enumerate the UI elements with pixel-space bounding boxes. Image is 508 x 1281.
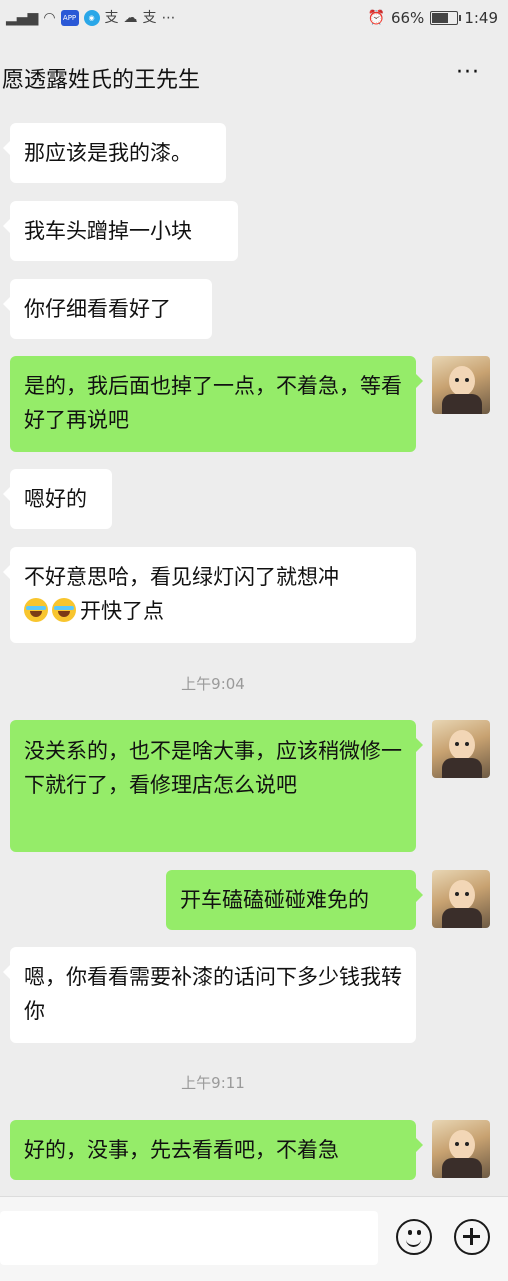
avatar-face — [449, 880, 475, 910]
message-bubble-incoming[interactable]: 嗯，你看看需要补漆的话问下多少钱我转你 — [3, 947, 416, 1043]
alarm-icon: ⏰ — [367, 10, 385, 26]
message-text: 开快了点 — [80, 599, 164, 623]
message-input[interactable] — [0, 1211, 378, 1265]
plus-icon[interactable] — [454, 1219, 490, 1255]
message-text: 不好意思哈，看见绿灯闪了就想冲 — [24, 565, 339, 589]
signal-icon: ▂▄▆ — [6, 10, 39, 26]
message-bubble-outgoing[interactable]: 开车磕磕碰碰难免的 — [166, 870, 423, 930]
avatar-face — [449, 366, 475, 396]
avatar-eye — [465, 378, 469, 382]
more-options-icon[interactable]: ··· — [456, 60, 480, 85]
emoji-icon-eye — [408, 1230, 412, 1235]
message-bubble-incoming[interactable]: 那应该是我的漆。 — [3, 123, 226, 183]
avatar-body — [442, 394, 482, 414]
avatar[interactable] — [432, 870, 490, 928]
chat-title: 愿透露姓氏的王先生 — [2, 68, 201, 93]
message-bubble-outgoing[interactable]: 好的，没事，先去看看吧，不着急 — [10, 1120, 423, 1180]
avatar[interactable] — [432, 356, 490, 414]
avatar-eye — [465, 742, 469, 746]
emoji-icon-mouth — [406, 1237, 421, 1247]
cloud-icon: ☁ — [123, 10, 138, 26]
wifi-icon: ◠ — [43, 10, 56, 26]
avatar-body — [442, 908, 482, 928]
crying-laughing-emoji-icon — [24, 598, 48, 622]
avatar-face — [449, 1130, 475, 1160]
battery-icon — [430, 11, 462, 25]
plus-icon-bar — [470, 1228, 473, 1245]
message-bubble-outgoing[interactable]: 是的，我后面也掉了一点，不着急，等看好了再说吧 — [10, 356, 423, 452]
crying-laughing-emoji-icon — [52, 598, 76, 622]
status-left-icons: ▂▄▆ ◠ APP ◉ 支 ☁ 支 ⋯ — [6, 9, 176, 27]
timestamp: 上午9:11 — [181, 1074, 245, 1092]
avatar-body — [442, 758, 482, 778]
input-bar — [0, 1196, 508, 1281]
message-bubble-incoming[interactable]: 不好意思哈，看见绿灯闪了就想冲 开快了点 — [3, 547, 416, 643]
avatar-eye — [455, 378, 459, 382]
battery-percent: 66% — [390, 9, 425, 27]
clock: 1:49 — [464, 9, 498, 27]
emoji-icon[interactable] — [396, 1219, 432, 1255]
status-right-icons: ⏰ 66% 1:49 — [368, 9, 498, 27]
avatar-face — [449, 730, 475, 760]
alipay-icon: 支 — [142, 10, 157, 26]
message-bubble-incoming[interactable]: 你仔细看看好了 — [3, 279, 212, 339]
avatar-eye — [455, 892, 459, 896]
message-bubble-incoming[interactable]: 嗯好的 — [3, 469, 112, 529]
avatar[interactable] — [432, 720, 490, 778]
battery-level — [432, 13, 449, 23]
emoji-icon-eye — [417, 1230, 421, 1235]
app-badge-icon: APP — [60, 10, 79, 26]
location-icon: ◉ — [83, 10, 100, 26]
avatar-eye — [465, 1142, 469, 1146]
avatar[interactable] — [432, 1120, 490, 1178]
status-bar: ▂▄▆ ◠ APP ◉ 支 ☁ 支 ⋯ ⏰ 66% 1:49 — [0, 0, 508, 40]
avatar-eye — [455, 742, 459, 746]
message-bubble-incoming[interactable]: 我车头蹭掉一小块 — [3, 201, 238, 261]
timestamp: 上午9:04 — [181, 675, 245, 693]
alipay-icon: 支 — [104, 10, 119, 26]
avatar-eye — [455, 1142, 459, 1146]
avatar-eye — [465, 892, 469, 896]
more-icon: ⋯ — [161, 10, 176, 26]
chat-header: 愿透露姓氏的王先生 ··· — [0, 40, 508, 120]
avatar-body — [442, 1158, 482, 1178]
message-bubble-outgoing[interactable]: 没关系的，也不是啥大事，应该稍微修一下就行了，看修理店怎么说吧 — [10, 720, 423, 852]
